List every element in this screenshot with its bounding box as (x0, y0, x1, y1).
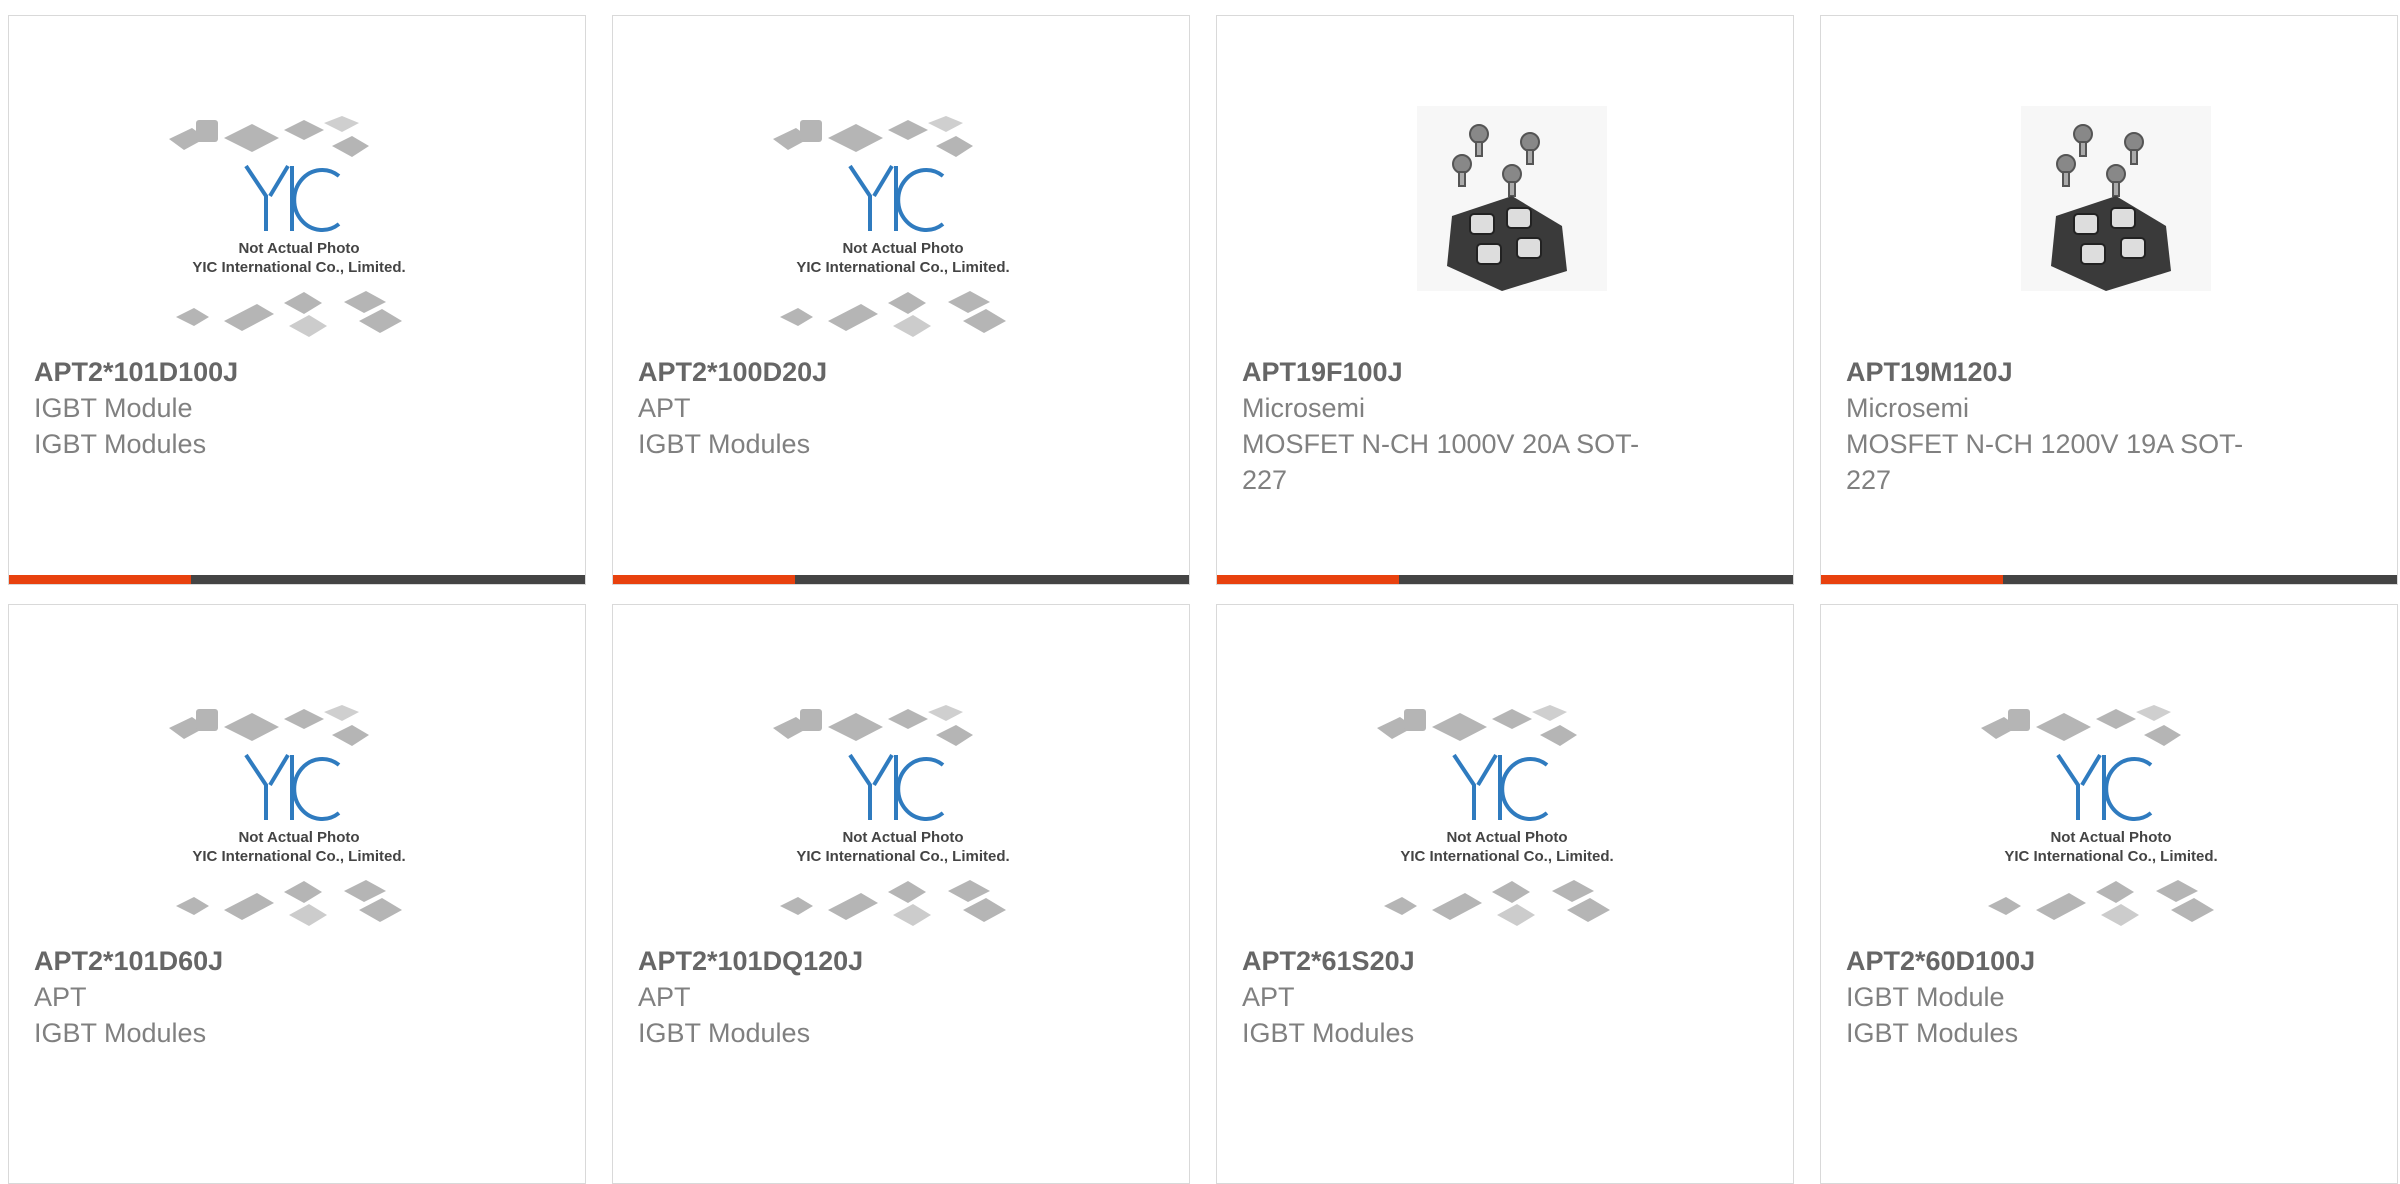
manufacturer-label: APT (638, 982, 691, 1012)
part-number-link[interactable]: APT2*61S20J (1242, 943, 1712, 979)
card-footer-bar (613, 575, 1189, 584)
card-footer-bar (1217, 575, 1793, 584)
not-actual-photo-image: Not Actual Photo YIC International Co., … (169, 116, 406, 337)
product-card[interactable]: Not Actual Photo YIC International Co., … (8, 15, 586, 585)
svg-text:Not Actual Photo: Not Actual Photo (842, 240, 963, 257)
product-card[interactable]: APT19F100J Microsemi MOSFET N-CH 1000V 2… (1216, 15, 1794, 585)
product-image-placeholder[interactable]: Not Actual Photo YIC International Co., … (1966, 685, 2256, 935)
card-accent-bar (1217, 575, 1399, 584)
product-description: MOSFET N-CH 1200V 19A SOT-227 (1846, 429, 2244, 495)
part-number-link[interactable]: APT19M120J (1846, 354, 2266, 390)
not-actual-photo-image: Not Actual Photo YIC International Co., … (773, 116, 1010, 337)
svg-text:YIC International Co., Limited: YIC International Co., Limited. (796, 259, 1009, 276)
product-image-placeholder[interactable]: Not Actual Photo YIC International Co., … (154, 685, 444, 935)
svg-text:YIC International Co., Limited: YIC International Co., Limited. (1400, 848, 1613, 865)
svg-text:Not Actual Photo: Not Actual Photo (238, 829, 359, 846)
not-actual-photo-image: Not Actual Photo YIC International Co., … (169, 705, 406, 926)
product-card[interactable]: APT19M120J Microsemi MOSFET N-CH 1200V 1… (1820, 15, 2398, 585)
product-image-placeholder[interactable]: Not Actual Photo YIC International Co., … (1362, 685, 1652, 935)
manufacturer-label: Microsemi (1846, 393, 1970, 423)
not-actual-photo-image: Not Actual Photo YIC International Co., … (1981, 705, 2218, 926)
manufacturer-label: APT (638, 393, 691, 423)
product-image-placeholder[interactable]: Not Actual Photo YIC International Co., … (758, 685, 1048, 935)
igbt-module-photo-image (2021, 106, 2211, 291)
svg-text:Not Actual Photo: Not Actual Photo (2050, 829, 2171, 846)
part-number-link[interactable]: APT2*100D20J (638, 354, 1108, 390)
product-photo[interactable] (1966, 96, 2256, 346)
manufacturer-label: APT (34, 982, 87, 1012)
svg-text:YIC International Co., Limited: YIC International Co., Limited. (192, 848, 405, 865)
product-description: IGBT Modules (34, 429, 207, 459)
part-number-link[interactable]: APT2*101DQ120J (638, 943, 1108, 979)
product-grid: Not Actual Photo YIC International Co., … (0, 0, 2400, 1184)
card-accent-bar (613, 575, 795, 584)
igbt-module-photo-image (1417, 106, 1607, 291)
card-footer-bar (9, 575, 585, 584)
product-description: IGBT Modules (1846, 1018, 2019, 1048)
svg-text:YIC International Co., Limited: YIC International Co., Limited. (2004, 848, 2217, 865)
svg-text:Not Actual Photo: Not Actual Photo (1446, 829, 1567, 846)
svg-text:YIC International Co., Limited: YIC International Co., Limited. (192, 259, 405, 276)
part-number-link[interactable]: APT2*101D60J (34, 943, 504, 979)
part-number-link[interactable]: APT19F100J (1242, 354, 1662, 390)
card-accent-bar (1821, 575, 2003, 584)
manufacturer-label: IGBT Module (1846, 982, 2005, 1012)
product-image-placeholder[interactable]: Not Actual Photo YIC International Co., … (154, 96, 444, 346)
not-actual-photo-image: Not Actual Photo YIC International Co., … (773, 705, 1010, 926)
product-description: IGBT Modules (638, 429, 811, 459)
product-description: MOSFET N-CH 1000V 20A SOT-227 (1242, 429, 1640, 495)
product-photo[interactable] (1362, 96, 1652, 346)
product-card[interactable]: Not Actual Photo YIC International Co., … (612, 15, 1190, 585)
card-accent-bar (9, 575, 191, 584)
product-description: IGBT Modules (34, 1018, 207, 1048)
part-number-link[interactable]: APT2*101D100J (34, 354, 504, 390)
product-card[interactable]: Not Actual Photo YIC International Co., … (1216, 604, 1794, 1184)
svg-text:YIC International Co., Limited: YIC International Co., Limited. (796, 848, 1009, 865)
product-card[interactable]: Not Actual Photo YIC International Co., … (8, 604, 586, 1184)
product-card[interactable]: Not Actual Photo YIC International Co., … (1820, 604, 2398, 1184)
not-actual-photo-image: Not Actual Photo YIC International Co., … (1377, 705, 1614, 926)
manufacturer-label: IGBT Module (34, 393, 193, 423)
card-footer-bar (1821, 575, 2397, 584)
manufacturer-label: APT (1242, 982, 1295, 1012)
svg-text:Not Actual Photo: Not Actual Photo (842, 829, 963, 846)
product-card[interactable]: Not Actual Photo YIC International Co., … (612, 604, 1190, 1184)
manufacturer-label: Microsemi (1242, 393, 1366, 423)
product-description: IGBT Modules (1242, 1018, 1415, 1048)
svg-text:Not Actual Photo: Not Actual Photo (238, 240, 359, 257)
part-number-link[interactable]: APT2*60D100J (1846, 943, 2316, 979)
product-image-placeholder[interactable]: Not Actual Photo YIC International Co., … (758, 96, 1048, 346)
product-description: IGBT Modules (638, 1018, 811, 1048)
